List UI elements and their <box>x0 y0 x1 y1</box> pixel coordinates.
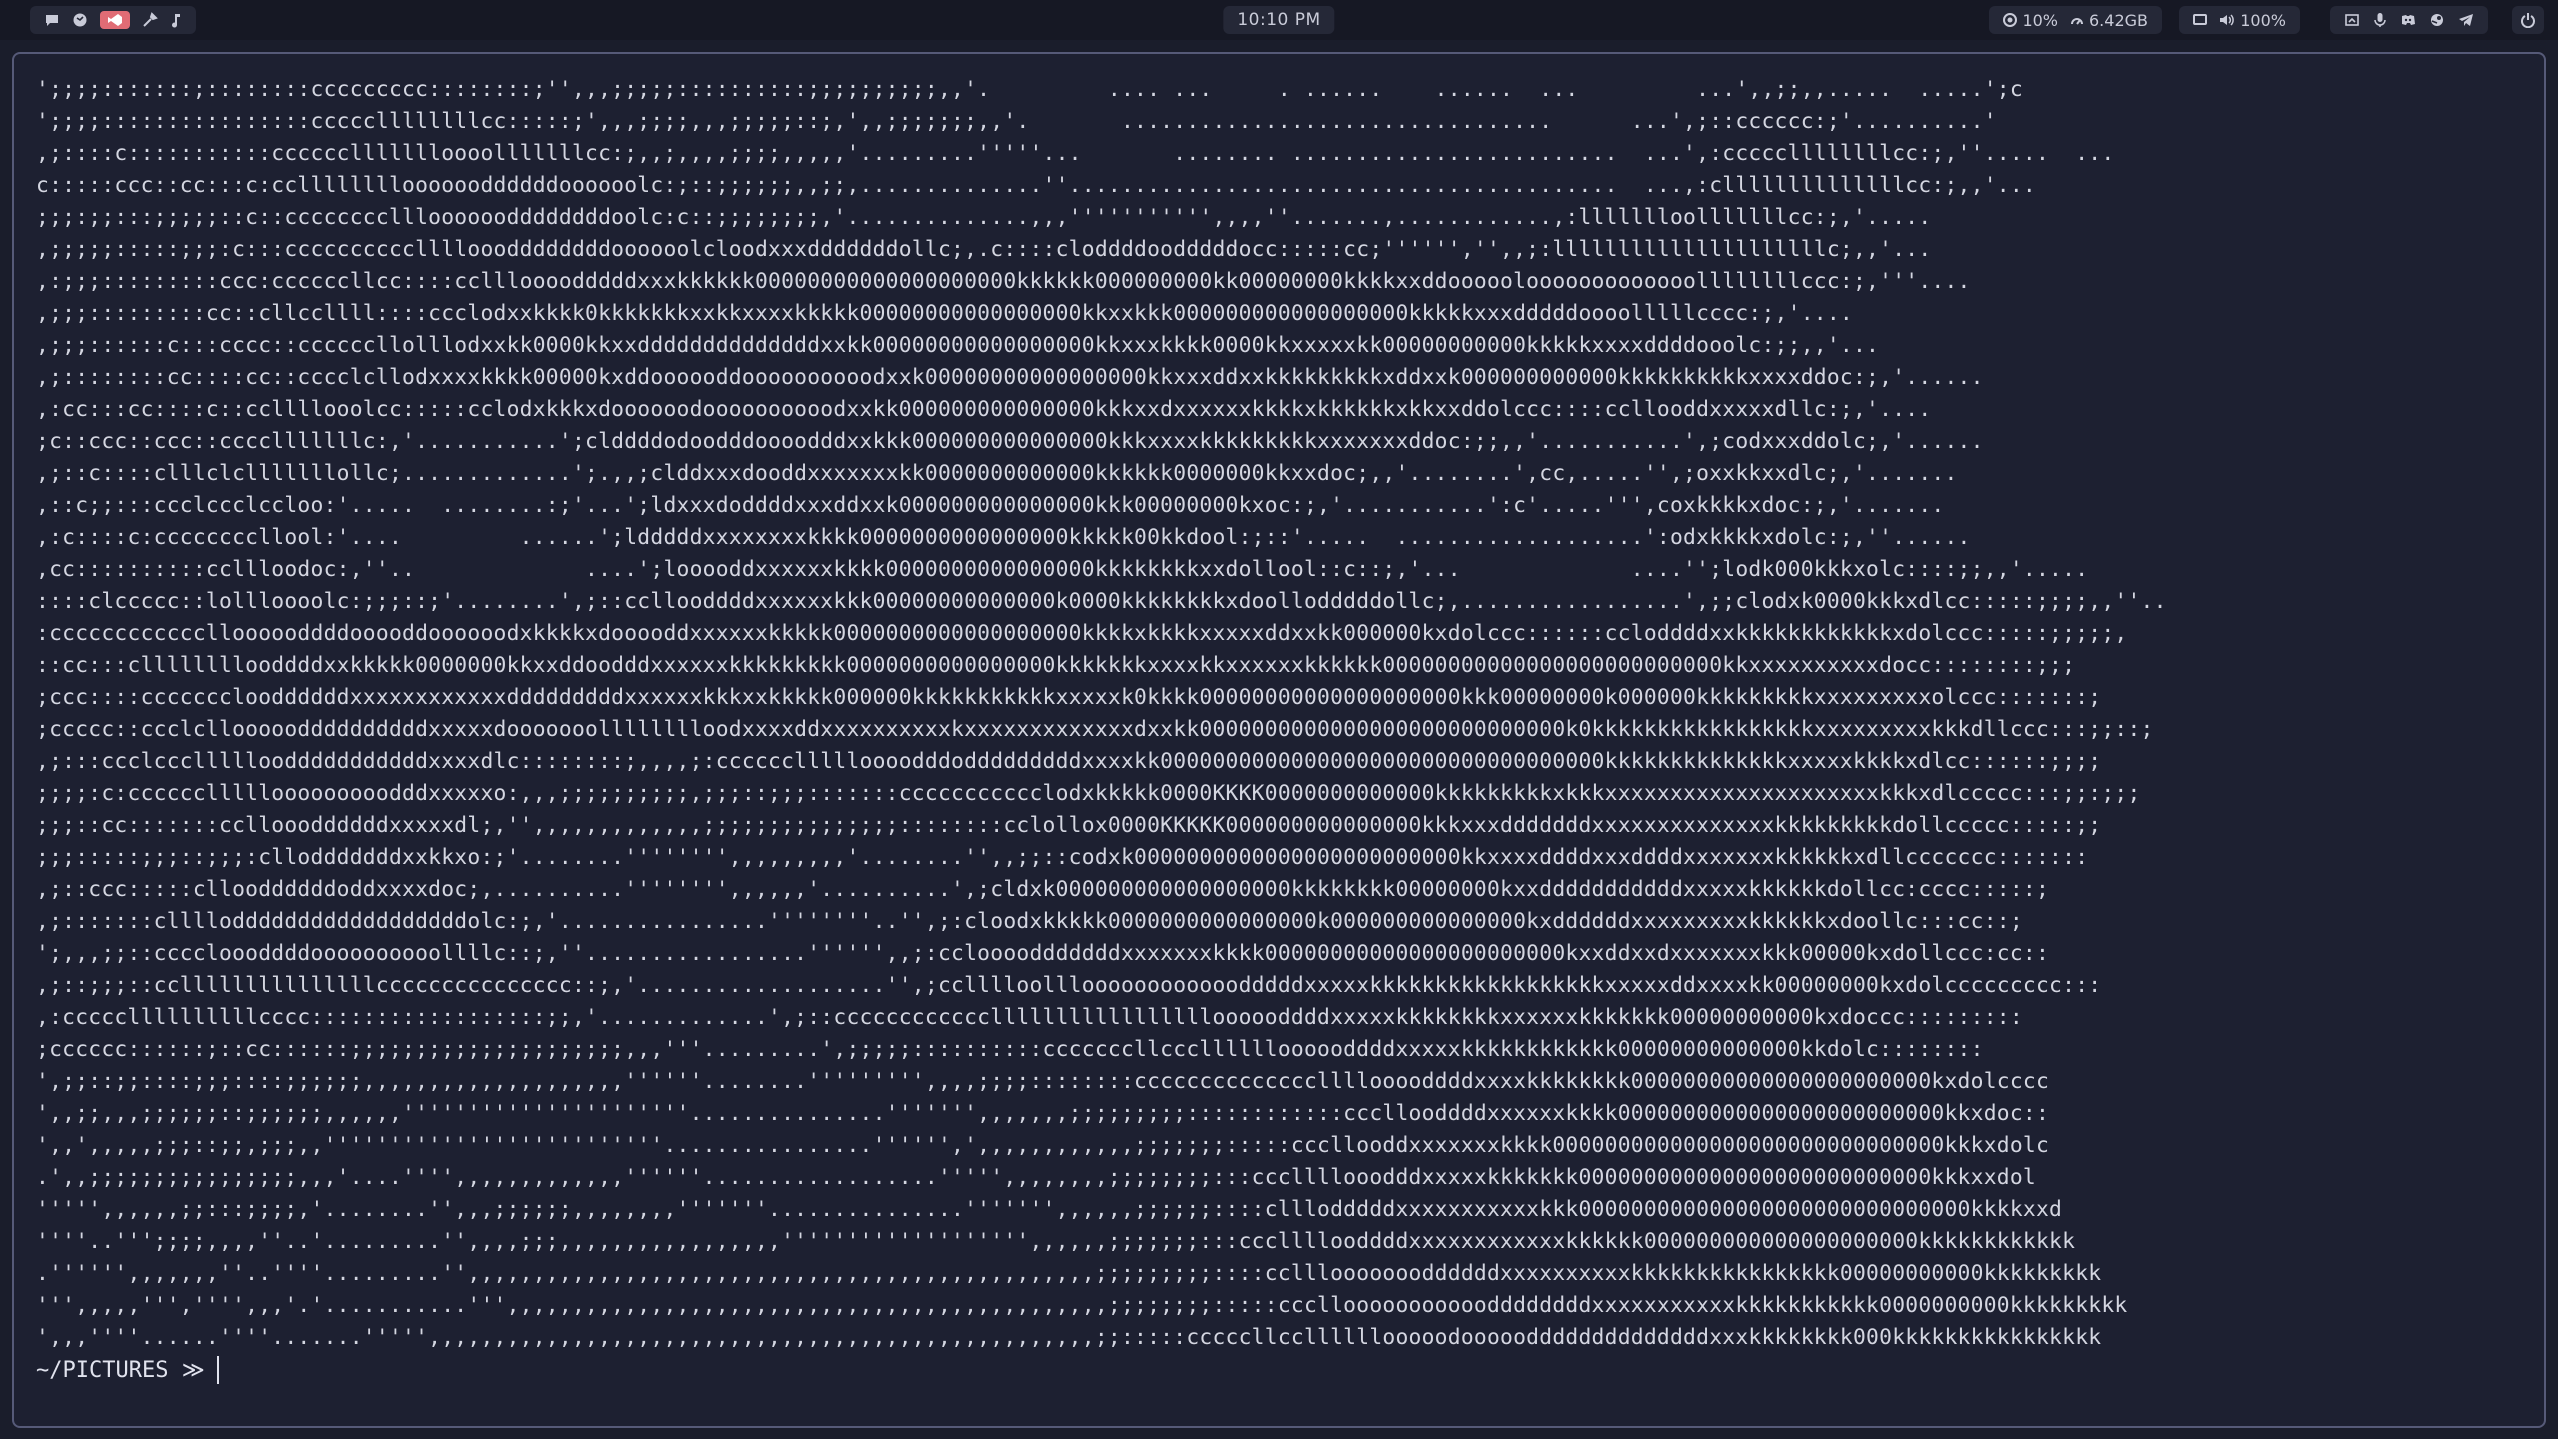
terminal-line: ;;;:;;:::;;;;;::c::ccccccccllloooooodddd… <box>36 205 1932 230</box>
terminal-line: ::cc:::cllllllllooddddxxkkkkk0000000kkxx… <box>36 653 2076 678</box>
screenshot-icon[interactable] <box>2344 12 2360 28</box>
terminal-line: ,;;;;;:::::;;;:c:::ccccccccccllllooodddd… <box>36 237 1932 262</box>
terminal-line: ,:c::::c:ccccccccllool:'.... ......';ldd… <box>36 525 1971 550</box>
terminal-line: ,:cc:::cc::::c::ccllllooolcc:::::cclodxk… <box>36 397 1932 422</box>
memory-gauge-icon <box>2070 13 2084 27</box>
top-bar: 10:10 PM 10% 6.42GB 100% <box>0 0 2558 40</box>
terminal-line: ';;;;:::::::;::::::::ccccccccc::::::::;'… <box>36 77 2023 102</box>
system-tray <box>2330 6 2488 34</box>
terminal-line: ;;;:::::;;;::;;;:cllodddddddxxkkxo:;'...… <box>36 845 2089 870</box>
microphone-icon[interactable] <box>2374 12 2386 28</box>
terminal-line: ,;::c::::clllclclllllllollc;............… <box>36 461 1958 486</box>
tools-icon[interactable] <box>142 12 158 28</box>
terminal-line: ;c::ccc::ccc::cccclllllllc:,'...........… <box>36 429 1984 454</box>
display-icon[interactable] <box>2193 13 2208 27</box>
terminal-line: ',,;;,,,;;;;;;::;;;;;;,,,,,,''''''''''''… <box>36 1101 2050 1126</box>
terminal-line: ,::c;;:::ccclccclccloo:'..... ........:;… <box>36 493 1945 518</box>
volume-value: 100% <box>2240 10 2286 30</box>
terminal-line: ';,,,;;::ccccloooddddoooooooooollllc::;,… <box>36 941 2050 966</box>
code-editor-icon[interactable] <box>100 11 130 29</box>
telegram-icon[interactable] <box>2458 13 2474 27</box>
terminal-line: .',,;;;;;;;;;;;;;;;;,,,'....'''',,,,,,,,… <box>36 1165 2036 1190</box>
terminal-line: ,cc::::::::::ccllloodoc:,''.. ....';looo… <box>36 557 2089 582</box>
terminal-line: ,;;;:::::::::cc::cllccllll::::ccclodxxkk… <box>36 301 1853 326</box>
system-stats: 10% 6.42GB <box>1989 6 2162 34</box>
music-note-icon[interactable] <box>170 12 182 28</box>
terminal-line: ',,,''''......''''.......''''',,,,,,,,,,… <box>36 1325 2102 1350</box>
terminal-line: ''''',,,,,,;;:::;;;;,'........'',,,;;;;;… <box>36 1197 2063 1222</box>
power-icon <box>2520 12 2536 28</box>
terminal-line: ,:;;;:::::::::ccc:ccccccllcc::::cclllooo… <box>36 269 1971 294</box>
terminal-line: ::::clccccc::lollloooolc:;;;::;'........… <box>36 589 2167 614</box>
clock-time: 10:10 PM <box>1237 10 1321 30</box>
terminal-line: ,;;;::::::c:::cccc::ccccccllolllodxxkk00… <box>36 333 1880 358</box>
terminal-line: ;cccccc::::::;::cc::::::;;;;;;;;;;;;;;;;… <box>36 1037 1984 1062</box>
chat-bubble-icon[interactable] <box>44 13 60 27</box>
browser-globe-icon[interactable] <box>72 12 88 28</box>
discord-icon[interactable] <box>2400 14 2416 26</box>
terminal-line: ;;;;:c:cccccclllllooooooooodddxxxxxo:,,,… <box>36 781 2141 806</box>
audio-status: 100% <box>2179 6 2300 34</box>
terminal-line: ;;;::cc:::::::cclloooddddddxxxxxdl;,'',,… <box>36 813 2102 838</box>
terminal-line: ,;::ccc:::::cllooddddddoddxxxxdoc;,.....… <box>36 877 2050 902</box>
terminal-line: ;ccc::::ccccccclooddddddxxxxxxxxxxxxdddd… <box>36 685 2102 710</box>
terminal-line: ',,',,,,,;;;::;;,;;;,,''''''''''''''''''… <box>36 1133 2050 1158</box>
power-button[interactable] <box>2512 6 2544 34</box>
terminal-line: ;ccccc::ccclclloooooddddddddddxxxxxdoooo… <box>36 717 2154 742</box>
terminal-line: :cccccccccccclloooooddddooooddoooooodxkk… <box>36 621 2128 646</box>
cpu-value: 10% <box>2022 10 2058 30</box>
terminal-window[interactable]: ';;;;:::::::;::::::::ccccccccc::::::::;'… <box>12 52 2546 1428</box>
shell-prompt: ~/PICTURES ≫ <box>36 1357 205 1383</box>
terminal-line: ',;;::;;::::;;;::::;;;;;;,,,,,,,,,,,,,,,… <box>36 1069 2050 1094</box>
terminal-line: ''',,,,,''','''',,,'.'...........''',,,,… <box>36 1293 2128 1318</box>
prompt-line[interactable]: ~/PICTURES ≫ <box>36 1356 2522 1384</box>
terminal-line: ,;:::ccclcccllllloodddddddddddxxxxdlc:::… <box>36 749 2102 774</box>
clock[interactable]: 10:10 PM <box>1223 6 1335 34</box>
terminal-line: .'''''',,,,,,,''..''''.........'',,,,,,,… <box>36 1261 2102 1286</box>
terminal-line: ''''..''';;;;,,,,''..'.........'',,,,;;;… <box>36 1229 2076 1254</box>
terminal-line: c:::::ccc::cc:::c:cclllllllloooooodddddd… <box>36 173 2036 198</box>
workspace-switcher <box>30 6 196 34</box>
terminal-line: ,:cccccllllllllllcccc::::::::::::::::::;… <box>36 1005 2023 1030</box>
terminal-line: ,;::::c:::::::::::ccccccllllllloooolllll… <box>36 141 2115 166</box>
terminal-line: ,;::;;;::cclllllllllllllllcccccccccccccc… <box>36 973 2102 998</box>
text-cursor <box>216 1356 219 1384</box>
volume-stat[interactable]: 100% <box>2219 11 2286 30</box>
cpu-stat[interactable]: 10% <box>2003 11 2058 30</box>
terminal-line: ,;:::::::clllloddddddddddddddddddolc:;,'… <box>36 909 2023 934</box>
ascii-art-output: ';;;;:::::::;::::::::ccccccccc::::::::;'… <box>36 74 2522 1354</box>
terminal-line: ';;;;::::::::::::::::cccccllllllllcc::::… <box>36 109 1997 134</box>
memory-value: 6.42GB <box>2089 10 2148 30</box>
cpu-icon <box>2003 13 2018 27</box>
terminal-line: ,;::::::::cc::::cc::cccclcllodxxxxkkkk00… <box>36 365 1984 390</box>
speaker-icon <box>2219 13 2235 27</box>
steam-icon[interactable] <box>2430 13 2444 27</box>
memory-stat[interactable]: 6.42GB <box>2070 11 2148 30</box>
